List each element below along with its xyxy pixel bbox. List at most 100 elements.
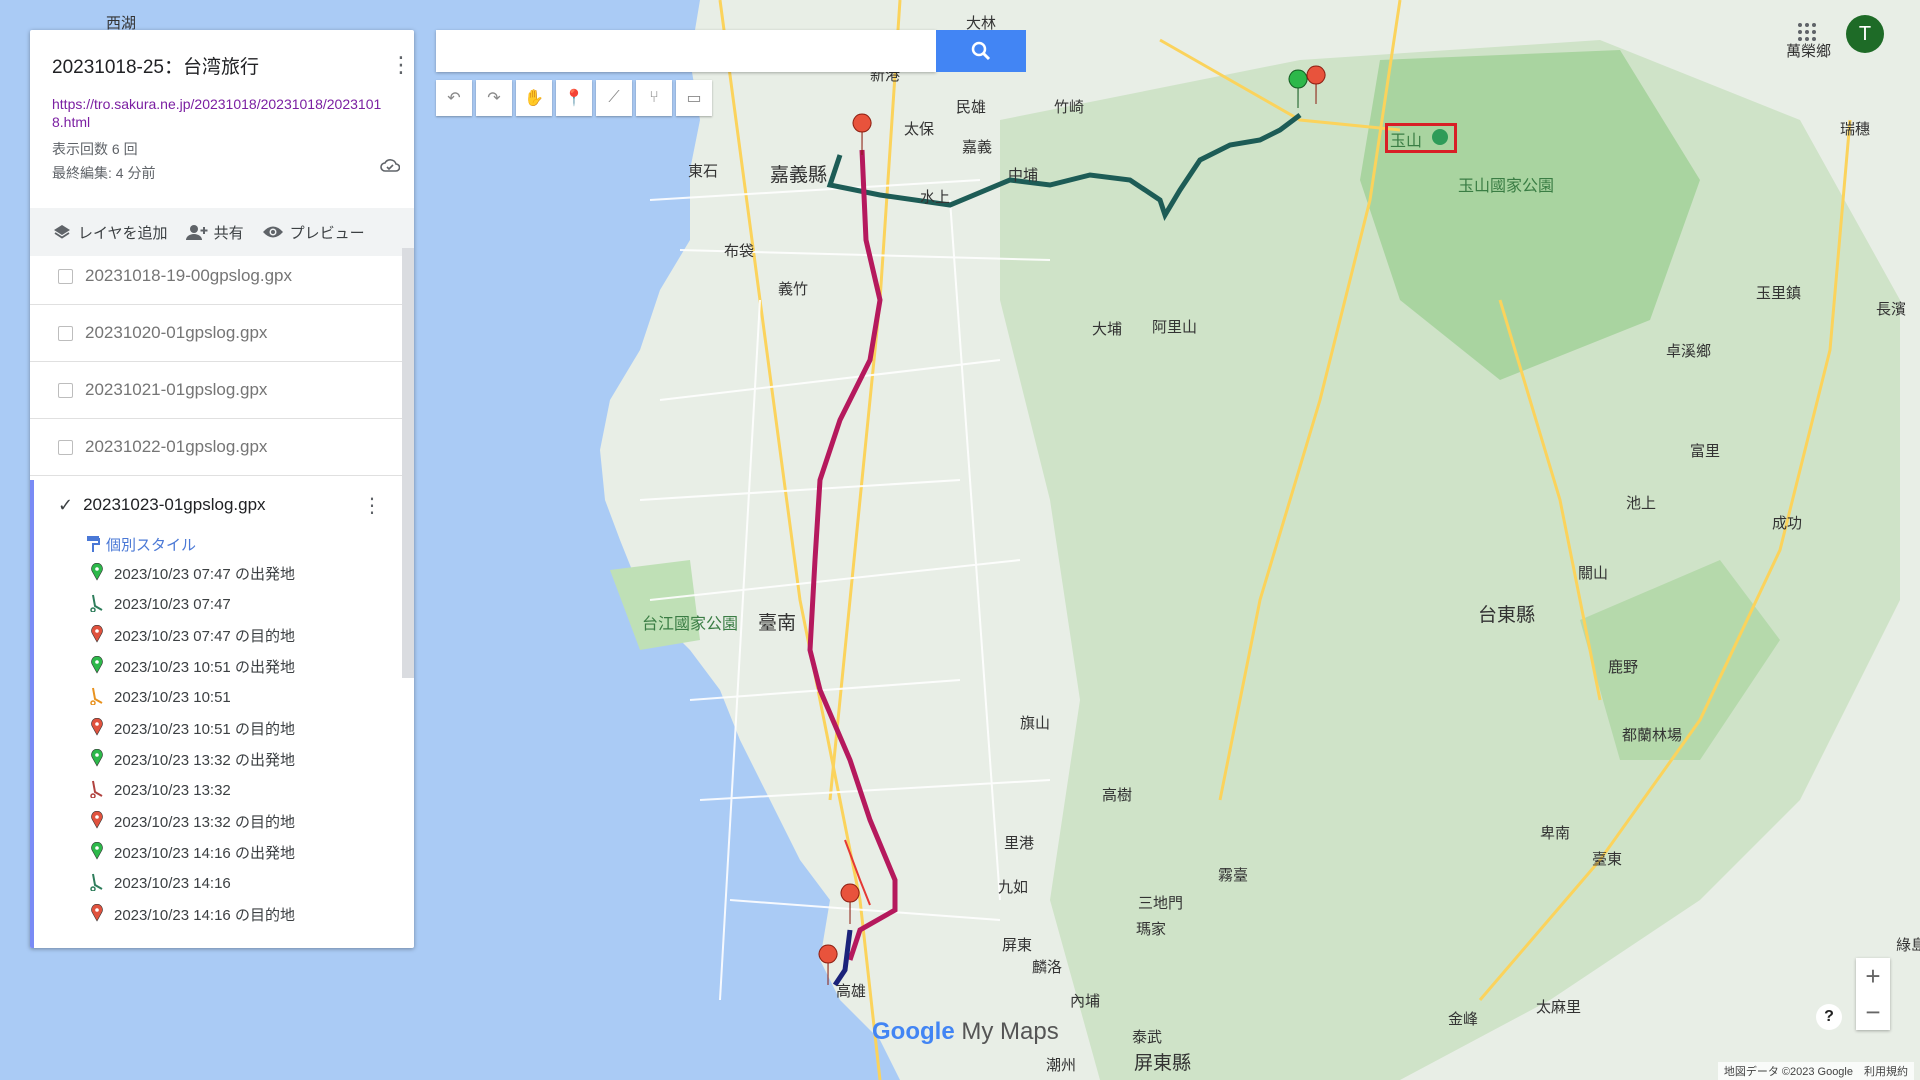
- feature-item[interactable]: 2023/10/23 07:47 の出発地: [34, 558, 406, 589]
- map-options-icon[interactable]: ⋮: [390, 52, 412, 78]
- end-marker-icon: [90, 810, 104, 833]
- map-toolbar: ↶ ↷ ✋ 📍 ⟋ ⑂ ▭: [436, 80, 712, 116]
- apps-grid-icon[interactable]: [1797, 22, 1817, 42]
- layer-row[interactable]: 20231022-01gpslog.gpx: [30, 419, 404, 476]
- view-count: 表示回数 6 回: [52, 141, 138, 157]
- layer-checkbox[interactable]: [58, 382, 73, 398]
- search-input[interactable]: [436, 30, 936, 72]
- label-zhuqi: 竹崎: [1054, 99, 1085, 116]
- feature-label: 2023/10/23 07:47: [114, 596, 231, 613]
- draw-line-button[interactable]: ⟋: [596, 80, 632, 116]
- feature-label: 2023/10/23 13:32 の出発地: [114, 752, 295, 769]
- map-legend-panel: 20231018-25：台湾旅行 https://tro.sakura.ne.j…: [30, 30, 414, 948]
- layer-checkbox[interactable]: [58, 325, 73, 341]
- layer-name: 20231018-19-00gpslog.gpx: [85, 266, 293, 285]
- feature-item[interactable]: 2023/10/23 10:51 の目的地: [34, 713, 406, 744]
- eye-icon: [262, 226, 283, 238]
- label-neipu: 內埔: [1070, 993, 1101, 1010]
- feature-item[interactable]: 2023/10/23 14:16 の出発地: [34, 837, 406, 868]
- feature-list: 2023/10/23 07:47 の出発地 2023/10/23 07:47 202…: [34, 558, 406, 930]
- label-yuli: 玉里鎮: [1756, 285, 1802, 302]
- yushan-highlight-box: [1385, 123, 1457, 153]
- feature-item[interactable]: 2023/10/23 13:32 の出発地: [34, 744, 406, 775]
- label-jiuru: 九如: [998, 879, 1029, 896]
- layer-name: 20231022-01gpslog.gpx: [85, 437, 268, 456]
- redo-icon: ↷: [487, 90, 501, 107]
- help-button[interactable]: ?: [1816, 1004, 1842, 1030]
- feature-item[interactable]: 2023/10/23 14:16: [34, 868, 406, 899]
- pan-tool-button[interactable]: ✋: [516, 80, 552, 116]
- map-attribution[interactable]: 地図データ ©2023 Google 利用規約: [1717, 1062, 1914, 1080]
- feature-item[interactable]: 2023/10/23 13:32 の目的地: [34, 806, 406, 837]
- add-person-icon: [185, 225, 208, 240]
- layer-checkbox[interactable]: [58, 439, 73, 455]
- feature-label: 2023/10/23 14:16: [114, 875, 231, 892]
- feature-item[interactable]: 2023/10/23 10:51 の出発地: [34, 651, 406, 682]
- directions-button[interactable]: ⑂: [636, 80, 672, 116]
- feature-item[interactable]: 2023/10/23 14:16 の目的地: [34, 899, 406, 930]
- layer-row[interactable]: 20231020-01gpslog.gpx: [30, 305, 404, 362]
- layer-checkbox[interactable]: [58, 268, 73, 284]
- active-layer: ✓ 20231023-01gpslog.gpx ⋮ 個別スタイル 2023/10…: [30, 480, 406, 948]
- label-tainan: 臺南: [758, 613, 797, 634]
- add-layer-button[interactable]: レイヤを追加: [52, 222, 168, 243]
- layer-name: 20231020-01gpslog.gpx: [85, 323, 268, 342]
- label-gaoshu: 高樹: [1102, 787, 1133, 804]
- individual-style-link[interactable]: 個別スタイル: [34, 530, 406, 558]
- layer-row[interactable]: 20231018-19-00gpslog.gpx: [30, 248, 404, 305]
- map-title[interactable]: 20231018-25：台湾旅行: [52, 52, 392, 79]
- feature-item[interactable]: 2023/10/23 07:47: [34, 589, 406, 620]
- label-minxiong: 民雄: [956, 99, 987, 116]
- measure-button[interactable]: ▭: [676, 80, 712, 116]
- label-lidao: 綠島: [1896, 937, 1920, 954]
- label-sandimen: 三地門: [1138, 895, 1184, 912]
- zoom-out-button[interactable]: −: [1856, 994, 1890, 1030]
- panel-header: 20231018-25：台湾旅行 https://tro.sakura.ne.j…: [30, 30, 414, 208]
- undo-button[interactable]: ↶: [436, 80, 472, 116]
- label-shuishang: 水上: [920, 189, 951, 206]
- label-kaohsiung: 高雄: [836, 983, 867, 1000]
- active-layer-header[interactable]: ✓ 20231023-01gpslog.gpx ⋮: [34, 480, 406, 530]
- search-button[interactable]: [936, 30, 1026, 72]
- route-icon: [90, 780, 104, 802]
- start-marker-icon: [90, 841, 104, 864]
- feature-label: 2023/10/23 13:32 の目的地: [114, 814, 295, 831]
- feature-item[interactable]: 2023/10/23 13:32: [34, 775, 406, 806]
- label-chiayi: 嘉義: [962, 139, 993, 156]
- feature-label: 2023/10/23 14:16 の出発地: [114, 845, 295, 862]
- hand-icon: ✋: [524, 90, 544, 107]
- label-taitung-county: 台東縣: [1478, 605, 1536, 626]
- active-layer-name: 20231023-01gpslog.gpx: [83, 495, 266, 514]
- label-chenggong: 成功: [1772, 515, 1803, 532]
- label-alishan: 阿里山: [1152, 319, 1198, 336]
- label-taiwu: 泰武: [1132, 1029, 1163, 1046]
- feature-label: 2023/10/23 10:51: [114, 689, 231, 706]
- last-edited: 最終編集: 4 分前: [52, 165, 156, 181]
- redo-button[interactable]: ↷: [476, 80, 512, 116]
- label-linluo: 麟洛: [1032, 959, 1063, 976]
- feature-label: 2023/10/23 10:51 の出発地: [114, 659, 295, 676]
- layer-row[interactable]: 20231021-01gpslog.gpx: [30, 362, 404, 419]
- label-yizhu: 義竹: [778, 281, 809, 298]
- route-icon: [90, 873, 104, 895]
- label-zhuoxi: 卓溪鄉: [1666, 343, 1712, 360]
- end-marker-icon: [90, 624, 104, 647]
- end-marker-icon: [90, 903, 104, 926]
- search-icon: [971, 41, 991, 61]
- feature-item[interactable]: 2023/10/23 10:51: [34, 682, 406, 713]
- feature-item[interactable]: 2023/10/23 07:47 の目的地: [34, 620, 406, 651]
- feature-label: 2023/10/23 07:47 の出発地: [114, 566, 295, 583]
- add-marker-button[interactable]: 📍: [556, 80, 592, 116]
- avatar[interactable]: T: [1846, 15, 1884, 53]
- layer-options-icon[interactable]: ⋮: [362, 493, 382, 518]
- share-button[interactable]: 共有: [185, 222, 244, 243]
- feature-label: 2023/10/23 07:47 の目的地: [114, 628, 295, 645]
- feature-label: 2023/10/23 13:32: [114, 782, 231, 799]
- layer-name: 20231021-01gpslog.gpx: [85, 380, 268, 399]
- preview-button[interactable]: プレビュー: [262, 222, 365, 243]
- layer-checkbox-checked[interactable]: ✓: [58, 495, 73, 516]
- zoom-in-button[interactable]: +: [1856, 958, 1890, 994]
- label-dongshi: 東石: [688, 163, 719, 180]
- map-description-link[interactable]: https://tro.sakura.ne.jp/20231018/202310…: [52, 95, 392, 131]
- label-fuli: 富里: [1690, 443, 1721, 460]
